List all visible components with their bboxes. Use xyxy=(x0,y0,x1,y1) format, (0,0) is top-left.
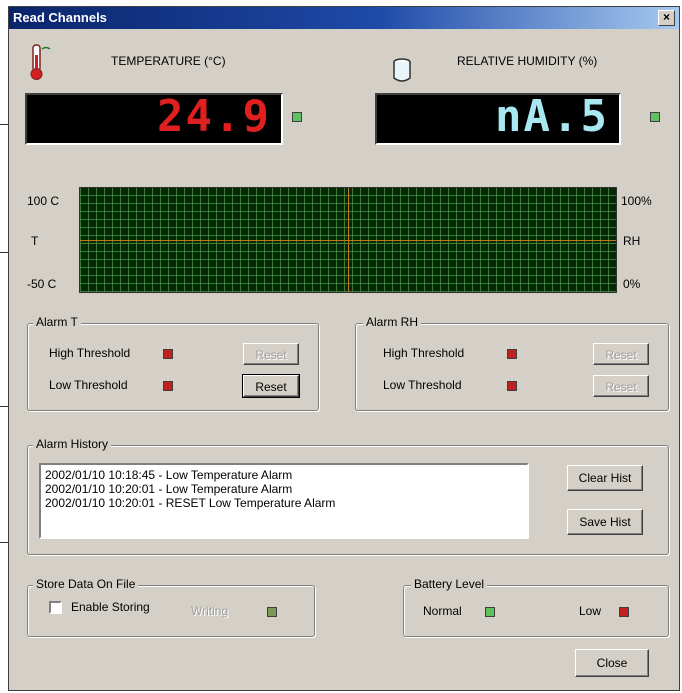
history-entry[interactable]: 2002/01/10 10:18:45 - Low Temperature Al… xyxy=(45,468,523,482)
alarm-t-high-reset-button[interactable]: Reset xyxy=(243,343,299,365)
alarm-t-title: Alarm T xyxy=(33,315,81,329)
thermometer-icon xyxy=(30,44,51,80)
humidity-display: nA.5 xyxy=(375,93,621,145)
battery-normal-label: Normal xyxy=(423,604,462,618)
alarm-t-high-led xyxy=(163,349,173,359)
writing-label: Writing xyxy=(191,604,229,618)
history-entry[interactable]: 2002/01/10 10:20:01 - Low Temperature Al… xyxy=(45,482,523,496)
title-bar[interactable]: Read Channels × xyxy=(9,7,679,29)
temperature-display: 24.9 xyxy=(25,93,283,145)
battery-low-led xyxy=(619,607,629,617)
humidity-status-led xyxy=(650,112,660,122)
graph-temp-axis-label: T xyxy=(31,234,39,248)
battery-low-label: Low xyxy=(579,604,602,618)
graph-rh-axis-label: RH xyxy=(623,234,641,248)
battery-normal-led xyxy=(485,607,495,617)
alarm-rh-low-reset-button[interactable]: Reset xyxy=(593,375,649,397)
alarm-history-title: Alarm History xyxy=(33,437,112,451)
alarm-history-list[interactable]: 2002/01/10 10:18:45 - Low Temperature Al… xyxy=(39,463,529,539)
history-entry[interactable]: 2002/01/10 10:20:01 - RESET Low Temperat… xyxy=(45,496,523,510)
clear-history-button[interactable]: Clear Hist xyxy=(567,465,643,491)
graph-temp-max-label: 100 C xyxy=(27,194,60,208)
close-button[interactable]: Close xyxy=(575,649,649,677)
enable-storing-label[interactable]: Enable Storing xyxy=(71,600,150,614)
alarm-t-low-led xyxy=(163,381,173,391)
graph-temp-min-label: -50 C xyxy=(27,277,57,291)
temperature-status-led xyxy=(292,112,302,122)
graph-rh-max-label: 100% xyxy=(621,194,652,208)
readings-graph xyxy=(79,187,617,293)
close-window-button[interactable]: × xyxy=(658,10,675,26)
window-title: Read Channels xyxy=(13,10,107,25)
alarm-rh-high-label: High Threshold xyxy=(383,346,465,360)
alarm-rh-high-reset-button[interactable]: Reset xyxy=(593,343,649,365)
alarm-t-low-label: Low Threshold xyxy=(49,378,128,392)
alarm-rh-title: Alarm RH xyxy=(363,315,422,329)
alarm-rh-low-led xyxy=(507,381,517,391)
alarm-rh-low-label: Low Threshold xyxy=(383,378,462,392)
alarm-t-high-label: High Threshold xyxy=(49,346,131,360)
temperature-label: TEMPERATURE (°C) xyxy=(111,54,226,68)
battery-level-title: Battery Level xyxy=(411,577,488,591)
beaker-icon xyxy=(393,58,411,82)
store-data-title: Store Data On File xyxy=(33,577,139,591)
graph-rh-min-label: 0% xyxy=(623,277,641,291)
humidity-label: RELATIVE HUMIDITY (%) xyxy=(457,54,598,68)
alarm-rh-high-led xyxy=(507,349,517,359)
save-history-button[interactable]: Save Hist xyxy=(567,509,643,535)
graph-center-hline xyxy=(80,240,616,241)
alarm-t-low-reset-button[interactable]: Reset xyxy=(242,374,300,398)
writing-led xyxy=(267,607,277,617)
read-channels-window: Read Channels × TEMPERATURE (°C) 24.9 RE… xyxy=(8,6,680,691)
enable-storing-checkbox[interactable] xyxy=(49,601,62,614)
